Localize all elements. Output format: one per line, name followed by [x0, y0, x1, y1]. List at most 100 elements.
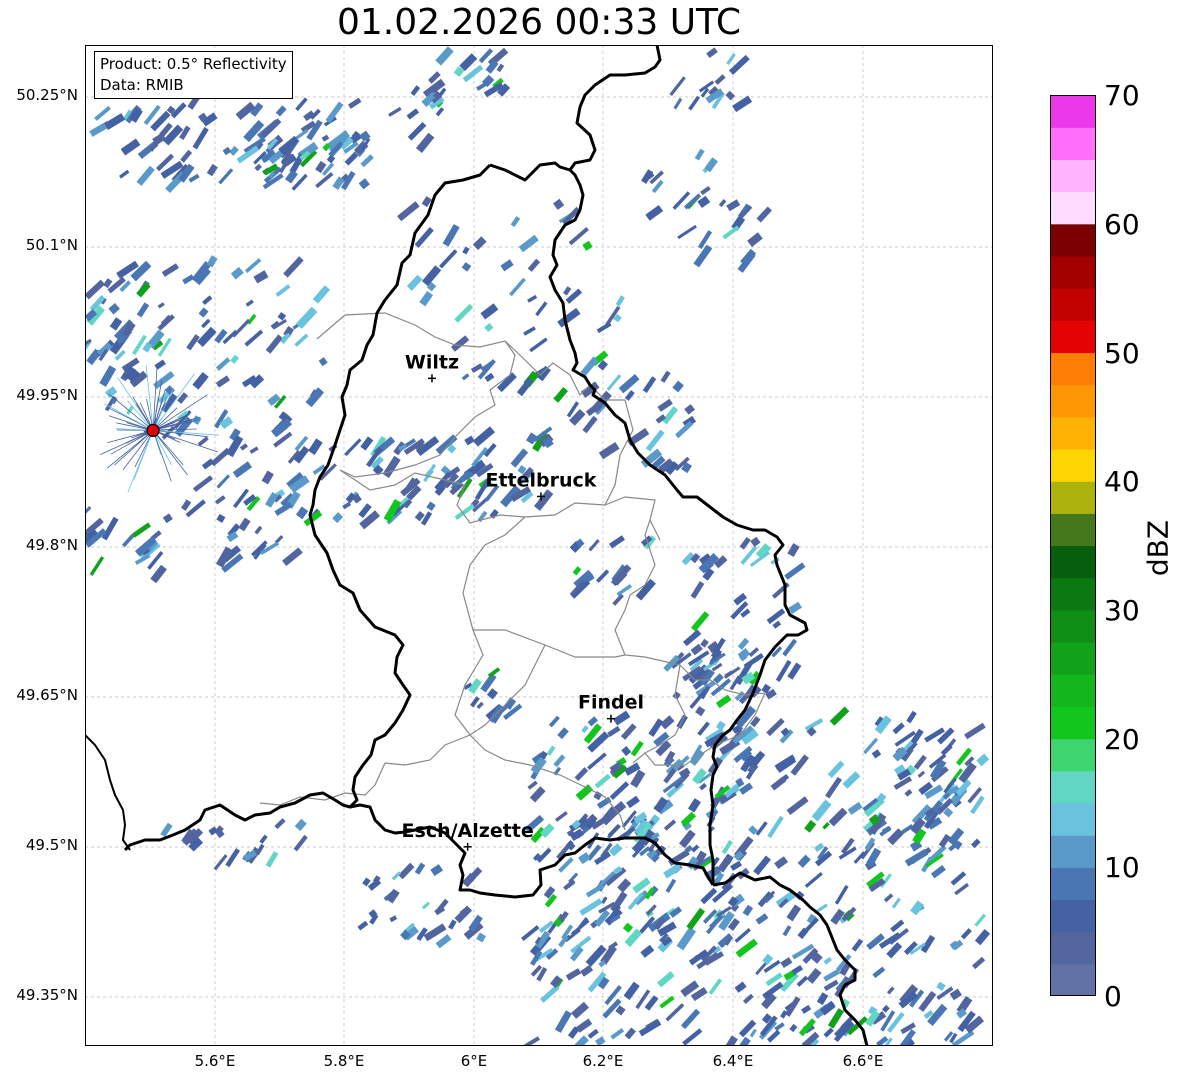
colorbar-segment [1050, 802, 1096, 836]
echo-cell [254, 525, 263, 535]
echo-cell [347, 97, 362, 109]
echo-cell [804, 872, 823, 888]
colorbar-segment [1050, 481, 1096, 514]
echo-cell [687, 798, 701, 813]
clutter-ray [107, 430, 154, 469]
radar-map[interactable]: Wiltz Ettelbruck Findel Esch/Alzette [85, 45, 993, 1046]
echo-cell [734, 981, 747, 993]
echo-cell [645, 204, 664, 221]
echo-cell [548, 715, 560, 728]
echo-cell [342, 501, 352, 510]
echo-cell [648, 718, 664, 737]
echo-cell [180, 499, 192, 511]
map-panel[interactable]: Wiltz Ettelbruck Findel Esch/Alzette Produc… [85, 45, 993, 1046]
lon-label-6-4: 6.4°E [712, 1052, 754, 1070]
city-label: Findel [578, 692, 644, 714]
echo-cell [640, 944, 655, 958]
echo-cell [308, 438, 323, 456]
echo-cell [94, 105, 111, 121]
echo-cell [197, 326, 217, 347]
echo-cell [789, 1023, 798, 1033]
colorbar-segment [1050, 127, 1096, 160]
echo-cell [964, 722, 986, 740]
echo-cell [694, 148, 705, 161]
echo-cell [950, 871, 967, 886]
echo-cell [677, 224, 697, 240]
echo-cell [940, 743, 953, 756]
echo-cell [565, 968, 582, 981]
product-info-box: Product: 0.5° Reflectivity Data: RMIB [94, 51, 293, 99]
echo-cell [182, 274, 195, 285]
echo-cell [232, 461, 253, 479]
echo-cell [397, 201, 420, 222]
echo-cell [976, 753, 990, 767]
echo-cell [108, 303, 120, 315]
colorbar-segment [1050, 899, 1096, 933]
echo-cell [638, 1019, 662, 1037]
echo-cell [755, 821, 768, 836]
echo-cell [823, 956, 832, 965]
echo-cell [804, 819, 817, 833]
colorbar-segment [1050, 448, 1096, 482]
echo-cell [131, 522, 151, 538]
echo-cell [312, 285, 331, 304]
reflectivity-echoes [85, 46, 991, 1046]
echo-cell [588, 539, 600, 552]
echo-cell [669, 906, 682, 918]
echo-cell [601, 896, 608, 904]
echo-cell [222, 146, 232, 156]
echo-cell [389, 915, 398, 923]
echo-cell [620, 723, 637, 740]
echo-cell [201, 458, 215, 470]
echo-cell [225, 848, 241, 868]
echo-cell [816, 992, 829, 1006]
echo-cell [464, 435, 475, 446]
echo-cell [672, 380, 684, 393]
echo-cell [788, 601, 803, 614]
echo-cell [230, 354, 240, 364]
colorbar-segment [1050, 513, 1096, 547]
echo-cell [626, 795, 640, 809]
echo-cell [360, 154, 374, 168]
echo-cell [435, 934, 452, 949]
echo-cell [540, 984, 560, 1003]
echo-cell [553, 387, 569, 403]
echo-cell [786, 904, 802, 922]
echo-cell [430, 864, 444, 877]
echo-cell [630, 740, 644, 757]
echo-cell [472, 236, 487, 250]
echo-cell [109, 317, 123, 331]
echo-cell [213, 854, 228, 871]
echo-cell [388, 106, 402, 117]
colorbar-tick-0: 0 [1104, 980, 1122, 1013]
data-source-label: Data: RMIB [100, 76, 184, 94]
echo-cell [610, 1028, 625, 1040]
echo-cell [357, 920, 369, 931]
echo-cell [476, 701, 484, 710]
echo-cell [509, 277, 526, 297]
echo-cell [198, 307, 209, 318]
map-title: 01.02.2026 00:33 UTC [336, 2, 742, 43]
echo-cell [180, 149, 193, 163]
echo-cell [249, 446, 259, 454]
lat-label-49-95: 49.95°N [16, 386, 78, 404]
echo-cell [673, 97, 683, 110]
echo-cell [448, 919, 457, 930]
echo-cell [690, 611, 710, 632]
echo-cell [617, 878, 632, 893]
city-esch-alzette: Esch/Alzette [402, 820, 534, 851]
echo-cell [439, 249, 458, 269]
echo-cell [421, 901, 431, 910]
echo-cell [157, 314, 175, 331]
echo-cell [161, 263, 180, 277]
city-label: Wiltz [405, 351, 459, 373]
echo-cell [527, 258, 541, 272]
colorbar-segment [1050, 609, 1096, 643]
echo-cell [748, 647, 760, 657]
echo-cell [582, 240, 593, 251]
west-border [85, 734, 131, 851]
echo-cell [724, 670, 734, 678]
echo-cell [575, 1018, 593, 1033]
colorbar-tick-40: 40 [1104, 465, 1140, 498]
echo-cell [259, 834, 268, 844]
